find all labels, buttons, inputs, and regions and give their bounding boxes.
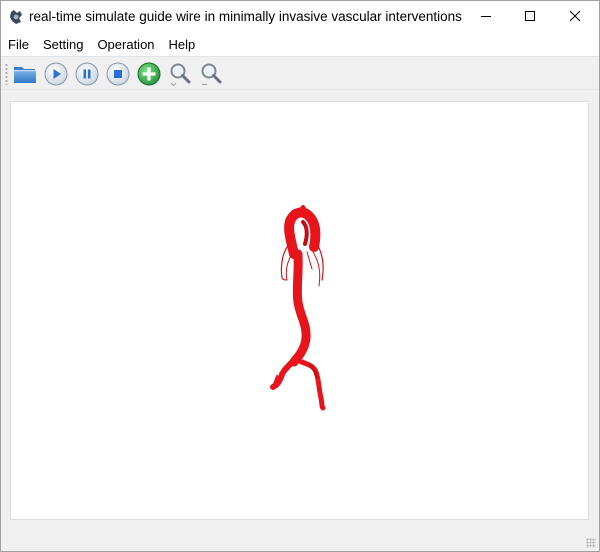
open-button[interactable] [12, 61, 38, 87]
app-logo-icon [8, 9, 24, 25]
stop-button[interactable] [105, 61, 131, 87]
window-title: real-time simulate guide wire in minimal… [29, 9, 462, 24]
close-icon [569, 10, 581, 25]
pause-icon [75, 62, 99, 86]
zoom-out-button[interactable] [198, 61, 224, 87]
stop-icon [106, 62, 130, 86]
pause-button[interactable] [74, 61, 100, 87]
maximize-icon [524, 10, 536, 25]
minimize-button[interactable] [463, 1, 509, 33]
close-button[interactable] [552, 1, 598, 33]
zoom-in-button[interactable] [167, 61, 193, 87]
play-button[interactable] [43, 61, 69, 87]
add-button[interactable] [136, 61, 162, 87]
menu-bar: File Setting Operation Help [1, 33, 599, 56]
maximize-button[interactable] [507, 1, 553, 33]
zoom-out-icon [199, 61, 223, 87]
menu-operation[interactable]: Operation [90, 33, 161, 56]
vessel-model [270, 205, 326, 411]
resize-grip-icon[interactable] [586, 538, 596, 548]
status-bar [1, 529, 599, 551]
zoom-in-icon [168, 61, 192, 87]
toolbar-grip[interactable] [5, 63, 8, 85]
play-icon [44, 62, 68, 86]
toolbar [1, 56, 599, 90]
menu-help[interactable]: Help [162, 33, 203, 56]
menu-setting[interactable]: Setting [36, 33, 90, 56]
minimize-icon [480, 10, 492, 25]
open-folder-icon [13, 63, 37, 85]
title-bar[interactable]: real-time simulate guide wire in minimal… [1, 1, 599, 33]
render-viewport[interactable] [10, 101, 589, 520]
app-window: real-time simulate guide wire in minimal… [0, 0, 600, 552]
add-icon [137, 62, 161, 86]
menu-file[interactable]: File [1, 33, 36, 56]
